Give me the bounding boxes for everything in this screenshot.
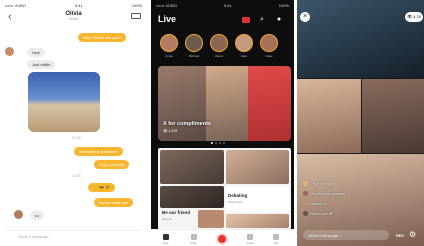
tab-bar: Live Chat Feed Me	[151, 229, 294, 246]
comment-text: Hannah hi	[310, 201, 326, 206]
contact-status: Online	[68, 17, 79, 21]
back-chevron-icon[interactable]: ‹	[8, 11, 12, 23]
message-bubble-in: Hey!	[27, 48, 46, 57]
carrier-label: •••••• VUBO	[156, 2, 177, 8]
message-bubble-out: Gonna miss you	[94, 198, 133, 207]
avatar	[303, 191, 308, 196]
avatar	[303, 211, 308, 216]
featured-caption: X for compliments	[163, 121, 211, 127]
contact-name: Olivia	[65, 11, 82, 17]
stream-tile[interactable]	[226, 214, 289, 228]
video-call-icon[interactable]	[131, 13, 141, 19]
comment: Mia I like your glasses!	[303, 191, 345, 196]
stream-tile[interactable]	[160, 186, 224, 208]
tab-label: Feed	[247, 241, 254, 245]
stream-tile[interactable]	[226, 150, 289, 184]
profile-icon[interactable]: ●	[275, 16, 283, 24]
flag-icon[interactable]	[242, 17, 250, 23]
record-button[interactable]: REC	[396, 233, 404, 238]
message-bubble-out: Enjoy yourself	[94, 160, 130, 169]
go-live-button[interactable]	[216, 233, 228, 245]
story-label: Alexis	[214, 54, 223, 58]
stream-tile[interactable]	[226, 186, 289, 212]
page-title: Live	[158, 14, 177, 24]
typing-indicator: •••	[30, 211, 45, 220]
video-tile[interactable]	[362, 79, 424, 153]
message-bubble-out: 🙌 😎 🌴	[88, 183, 116, 192]
stream-tile[interactable]	[198, 210, 224, 228]
comment-text: Mia I like your glasses!	[310, 191, 346, 196]
tab-label: Me	[274, 241, 279, 245]
chat-icon[interactable]	[191, 234, 197, 240]
story-avatar[interactable]	[210, 34, 228, 52]
carousel-dots	[211, 142, 225, 144]
viewer-count: 👁 4.2K	[405, 12, 424, 22]
comment: Ella so cute ❤	[303, 211, 332, 216]
clock: 9:41	[74, 2, 83, 8]
comment-text: Ella so cute ❤	[310, 211, 332, 216]
battery-label: 100%	[278, 2, 289, 8]
message-bubble-out: Hey! Where are you?	[78, 33, 126, 42]
timestamp: 12:30	[72, 136, 81, 140]
story-label: Annie	[165, 54, 173, 58]
story-avatar[interactable]	[235, 34, 253, 52]
search-icon[interactable]: ⌕	[258, 16, 266, 24]
avatar	[303, 181, 308, 186]
battery-label: 100%	[131, 2, 142, 8]
comment: Chloe hey girls!	[303, 181, 334, 186]
message-bubble-out: Welcome to paradise!	[74, 147, 123, 156]
status-bar: •••••• VUBO 9:41 100%	[0, 0, 147, 10]
story-label: Jake	[240, 54, 248, 58]
comment-text: Chloe hey girls!	[310, 181, 335, 186]
comment-input[interactable]: Send a message...	[303, 230, 389, 240]
carrier-label: •••••• VUBO	[5, 2, 26, 8]
message-input[interactable]: Send a message...	[6, 230, 141, 240]
story-label: Michael	[188, 54, 200, 58]
stream-thumbnail	[248, 66, 291, 141]
chat-screen: •••••• VUBO 9:41 100% ‹ Olivia Online He…	[0, 0, 147, 246]
featured-live-card[interactable]: X for compliments 👁 1,378	[158, 66, 291, 141]
status-bar: •••••• VUBO 9:41 100%	[151, 0, 294, 10]
home-icon[interactable]	[163, 234, 169, 240]
timestamp: 12:35	[72, 174, 81, 178]
avatar	[303, 201, 308, 206]
tab-label: Live	[163, 241, 169, 245]
message-bubble-in: Just chillin	[27, 60, 56, 69]
tile-title: Be our friend	[162, 210, 191, 215]
chat-header: ‹ Olivia Online	[0, 10, 147, 30]
video-screen: × 👁 4.2K Chloe hey girls! Mia I like you…	[297, 0, 424, 246]
avatar[interactable]	[5, 47, 14, 56]
live-grid: Debating Who wins? Be our friend Join us	[158, 148, 291, 230]
profile-tab-icon[interactable]	[273, 234, 279, 240]
story-avatar[interactable]	[260, 34, 278, 52]
tile-subtitle: Join us	[162, 217, 172, 221]
group-video	[297, 0, 424, 78]
story-avatar[interactable]	[160, 34, 178, 52]
story-label: Katie	[265, 54, 273, 58]
live-screen: •••••• VUBO 9:41 100% Live ⌕ ● Annie Mic…	[151, 0, 294, 246]
feed-icon[interactable]	[247, 234, 253, 240]
tile-subtitle: Who wins?	[228, 200, 243, 204]
stream-thumbnail	[206, 66, 248, 141]
stream-tile[interactable]	[160, 150, 224, 184]
tile-title: Debating	[228, 193, 248, 198]
avatar[interactable]	[14, 210, 23, 219]
viewer-count: 👁 1,378	[163, 129, 178, 133]
tab-label: Chat	[190, 241, 197, 245]
gear-icon[interactable]: ⚙	[409, 231, 416, 239]
beach-photo[interactable]	[28, 72, 100, 132]
video-tile[interactable]	[297, 79, 361, 153]
story-avatar[interactable]	[185, 34, 203, 52]
clock: 9:41	[223, 2, 232, 8]
close-icon[interactable]: ×	[300, 12, 310, 22]
comment: Hannah hi	[303, 201, 326, 206]
